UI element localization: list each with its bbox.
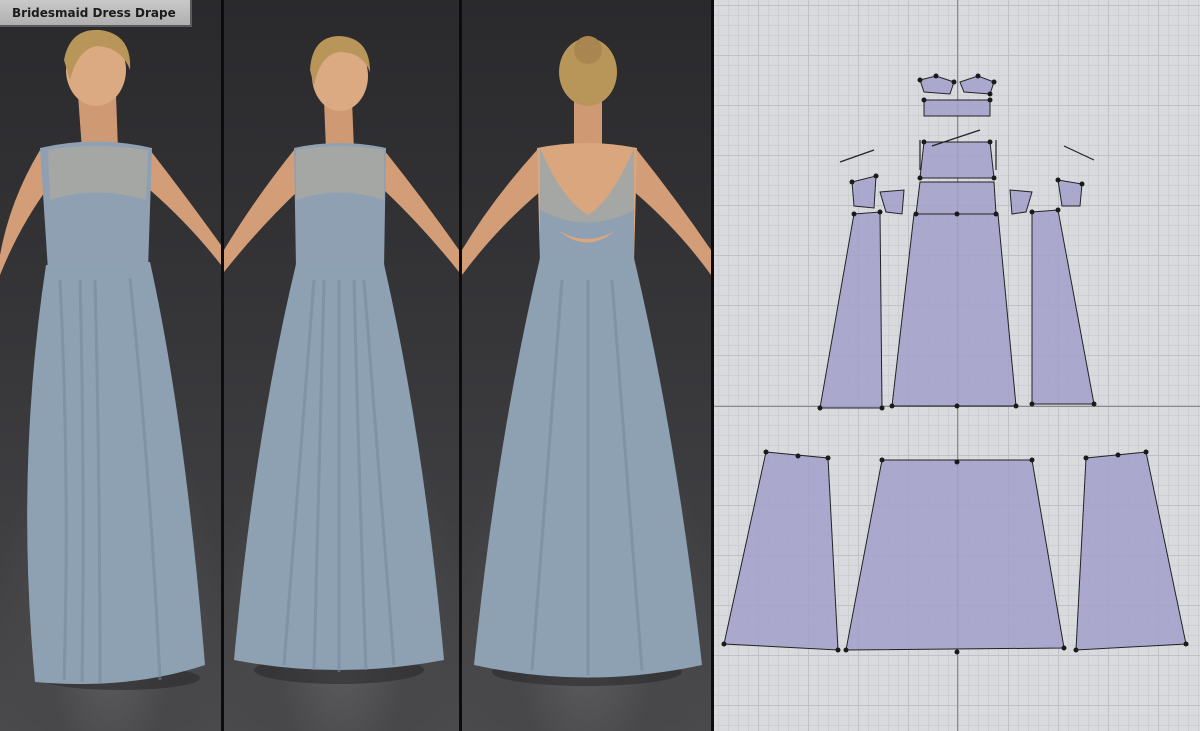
pattern-piece-lower-center [845, 459, 1065, 651]
pattern-piece-side-right [1009, 189, 1033, 215]
pattern-piece-bodice-front [915, 181, 997, 215]
pattern-piece-skirt-center [891, 213, 1017, 407]
pattern-piece-back-left [851, 175, 877, 209]
pattern-2d-window[interactable] [714, 0, 1200, 731]
window-title: Bridesmaid Dress Drape [12, 6, 176, 20]
pattern-piece-lower-left [723, 451, 839, 651]
pattern-pieces-canvas[interactable] [714, 0, 1200, 731]
pattern-piece-collar-left [919, 75, 955, 95]
avatar-front-render [224, 36, 459, 684]
pattern-piece-back-right [1057, 179, 1083, 207]
pattern-piece-side-left [879, 189, 905, 215]
avatar-back-render [462, 36, 711, 686]
pattern-piece-bodice-yoke [919, 141, 995, 179]
pattern-piece-collar-right [959, 75, 995, 95]
window-title-tab[interactable]: Bridesmaid Dress Drape [0, 0, 192, 27]
pattern-piece-lower-right [1075, 451, 1187, 651]
pattern-piece-skirt-right [1031, 209, 1095, 405]
pattern-piece-skirt-left [819, 211, 883, 409]
avatar-three-quarter-render [0, 29, 221, 690]
viewport-front[interactable] [224, 0, 459, 731]
viewport-three-quarter[interactable] [0, 0, 221, 731]
viewport-back[interactable] [462, 0, 711, 731]
pattern-piece-yoke-band [923, 99, 991, 117]
